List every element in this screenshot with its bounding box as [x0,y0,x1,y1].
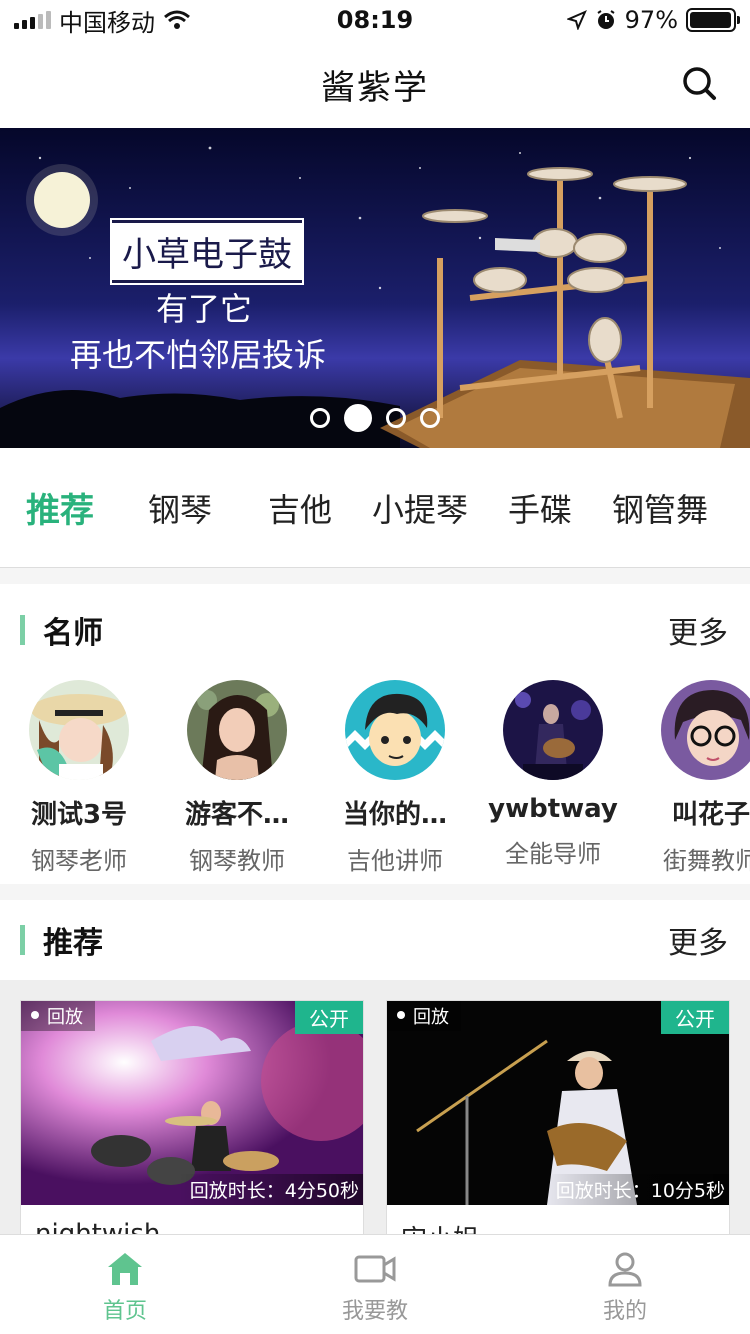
battery-icon [686,8,740,32]
video-thumbnail: 回放 公开 回放时长：10分5秒 [387,1001,729,1205]
status-right: 97% [566,6,740,34]
signal-icon [14,11,51,29]
user-icon [608,1252,642,1287]
teacher-card[interactable]: ywbtway 全能导师 [474,680,632,876]
teacher-card[interactable]: 测试3号 钢琴老师 [0,680,158,876]
status-bar: 中国移动 08:19 97% [0,0,750,40]
teacher-name: 当你的… [342,800,447,830]
category-tab-recommend[interactable]: 推荐 [0,483,120,532]
section-accent-bar [20,925,25,955]
battery-percent: 97% [624,6,678,34]
tab-home[interactable]: 首页 [0,1235,250,1334]
teacher-name: 游客不… [184,800,289,830]
promo-banner[interactable]: 小草电子鼓 有了它 再也不怕邻居投诉 [0,128,750,448]
tab-teach[interactable]: 我要教 [250,1235,500,1334]
avatar [187,680,287,780]
banner-headline: 有了它 [156,290,253,328]
more-link[interactable]: 更多 [668,608,728,652]
section-title: 名师 [20,608,103,652]
category-tab-violin[interactable]: 小提琴 [360,485,480,531]
nav-bar: 酱紫学 [0,40,750,128]
teacher-role: 全能导师 [505,840,601,868]
wifi-icon [164,10,190,29]
home-icon [108,1253,142,1285]
tab-label: 我要教 [341,1299,408,1324]
section-header: 名师 更多 [0,584,750,676]
section-title-text: 名师 [43,616,103,651]
video-title: 宋小姐 [387,1205,729,1234]
avatar [503,680,603,780]
teacher-name: ywbtway [488,794,618,824]
carousel-dot[interactable] [386,408,406,428]
alarm-icon [597,10,615,29]
video-camera-icon [354,1255,396,1283]
public-badge: 公开 [661,1001,729,1034]
public-badge: 公开 [295,1001,363,1034]
avatar [661,680,750,780]
teacher-card[interactable]: 游客不… 钢琴教师 [158,680,316,876]
teacher-name: 叫花子 [671,800,750,830]
more-link[interactable]: 更多 [668,918,728,962]
teacher-role: 钢琴老师 [31,847,127,875]
teacher-name: 测试3号 [30,800,128,830]
banner-subline: 再也不怕邻居投诉 [70,336,327,374]
avatar [345,680,445,780]
bottom-tab-bar: 首页 我要教 我的 [0,1234,750,1334]
tab-label: 我的 [602,1299,647,1324]
page-title: 酱紫学 [321,67,429,108]
carousel-dots [0,404,750,432]
teacher-role: 钢琴教师 [189,847,285,875]
tab-label: 首页 [102,1299,147,1324]
recommend-list: 回放 公开 回放时长：4分50秒 nightwish 回放 公开 回放时长：10… [0,980,750,1234]
carousel-dot-active[interactable] [344,404,372,432]
avatar [29,680,129,780]
category-tab-handpan[interactable]: 手碟 [480,485,600,531]
category-tab-guitar[interactable]: 吉他 [240,485,360,531]
teacher-role: 街舞教师 [663,847,750,875]
teacher-role: 吉他讲师 [347,847,443,875]
location-icon [566,10,587,30]
teacher-card[interactable]: 叫花子 街舞教师 [632,680,750,876]
video-thumbnail: 回放 公开 回放时长：4分50秒 [21,1001,363,1205]
section-accent-bar [20,615,25,645]
carousel-dot[interactable] [420,408,440,428]
search-icon[interactable] [680,64,720,104]
teacher-list: 测试3号 钢琴老师 游客不… 钢琴教师 当你的… 吉他讲师 ywbtway 全能… [0,676,750,876]
replay-duration: 回放时长：10分5秒 [543,1174,729,1205]
status-left: 中国移动 [14,3,191,38]
video-card[interactable]: 回放 公开 回放时长：4分50秒 nightwish [20,1000,364,1234]
recommend-section: 推荐 更多 [0,900,750,980]
carrier-label: 中国移动 [59,8,155,37]
section-title: 推荐 [20,918,103,962]
category-tab-pole-dance[interactable]: 钢管舞 [600,485,720,531]
tab-me[interactable]: 我的 [500,1235,750,1334]
category-tabs: 推荐 钢琴 吉他 小提琴 手碟 钢管舞 [0,448,750,568]
replay-badge: 回放 [387,1001,461,1031]
banner-illustration [0,146,750,448]
replay-duration: 回放时长：4分50秒 [177,1174,363,1205]
banner-tag: 小草电子鼓 [110,218,304,285]
video-card[interactable]: 回放 公开 回放时长：10分5秒 宋小姐 [386,1000,730,1234]
teacher-card[interactable]: 当你的… 吉他讲师 [316,680,474,876]
replay-badge: 回放 [21,1001,95,1031]
teachers-section: 名师 更多 测试3号 钢琴老师 游客不… 钢琴教师 当你的… 吉他讲师 ywbt… [0,584,750,884]
section-header: 推荐 更多 [0,900,750,980]
battery-fill [690,12,731,28]
video-title: nightwish [35,1219,161,1234]
carousel-dot[interactable] [310,408,330,428]
section-title-text: 推荐 [43,926,103,961]
category-tab-piano[interactable]: 钢琴 [120,485,240,531]
